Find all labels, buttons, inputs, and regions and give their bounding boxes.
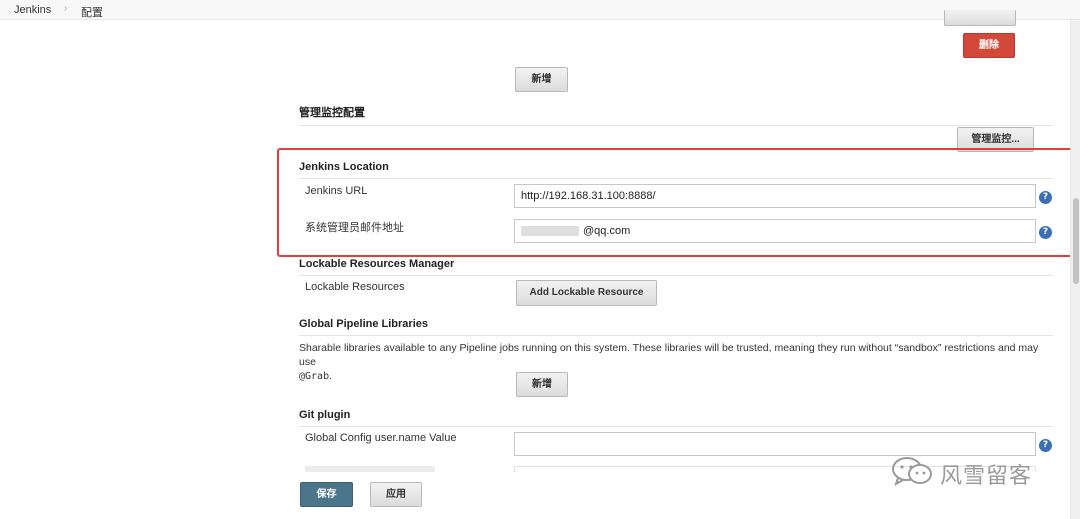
libraries-description: Sharable libraries available to any Pipe… bbox=[299, 342, 1039, 382]
libraries-section-title: Global Pipeline Libraries bbox=[299, 318, 1053, 336]
save-button[interactable]: 保存 bbox=[300, 482, 353, 507]
monitor-section-title: 管理监控配置 bbox=[299, 104, 1053, 126]
breadcrumb: Jenkins › 配置 bbox=[0, 0, 1080, 20]
git-username-label: Global Config user.name Value bbox=[305, 432, 457, 444]
breadcrumb-jenkins[interactable]: Jenkins bbox=[14, 4, 51, 16]
add-button[interactable]: 新增 bbox=[515, 67, 568, 92]
delete-button[interactable]: 删除 bbox=[963, 33, 1015, 58]
add-library-button[interactable]: 新增 bbox=[516, 372, 568, 397]
apply-button[interactable]: 应用 bbox=[370, 482, 422, 507]
lockable-resources-label: Lockable Resources bbox=[305, 281, 405, 293]
vertical-scrollbar[interactable] bbox=[1070, 20, 1080, 519]
lockable-section-title: Lockable Resources Manager bbox=[299, 258, 1053, 276]
highlight-box bbox=[277, 148, 1074, 257]
add-lockable-resource-button[interactable]: Add Lockable Resource bbox=[516, 280, 657, 306]
git-username-input[interactable] bbox=[514, 432, 1036, 456]
faded-row-label bbox=[305, 466, 435, 472]
git-username-help-icon[interactable]: ? bbox=[1039, 439, 1052, 452]
watermark-text: 风雪留客 bbox=[940, 464, 1033, 489]
git-section-title: Git plugin bbox=[299, 409, 1053, 427]
cutoff-button[interactable] bbox=[944, 10, 1016, 26]
grab-code: @Grab bbox=[299, 371, 330, 382]
scrollbar-thumb[interactable] bbox=[1073, 198, 1079, 284]
breadcrumb-config[interactable]: 配置 bbox=[81, 4, 103, 20]
wechat-icon bbox=[892, 457, 932, 487]
breadcrumb-separator: › bbox=[64, 3, 68, 14]
